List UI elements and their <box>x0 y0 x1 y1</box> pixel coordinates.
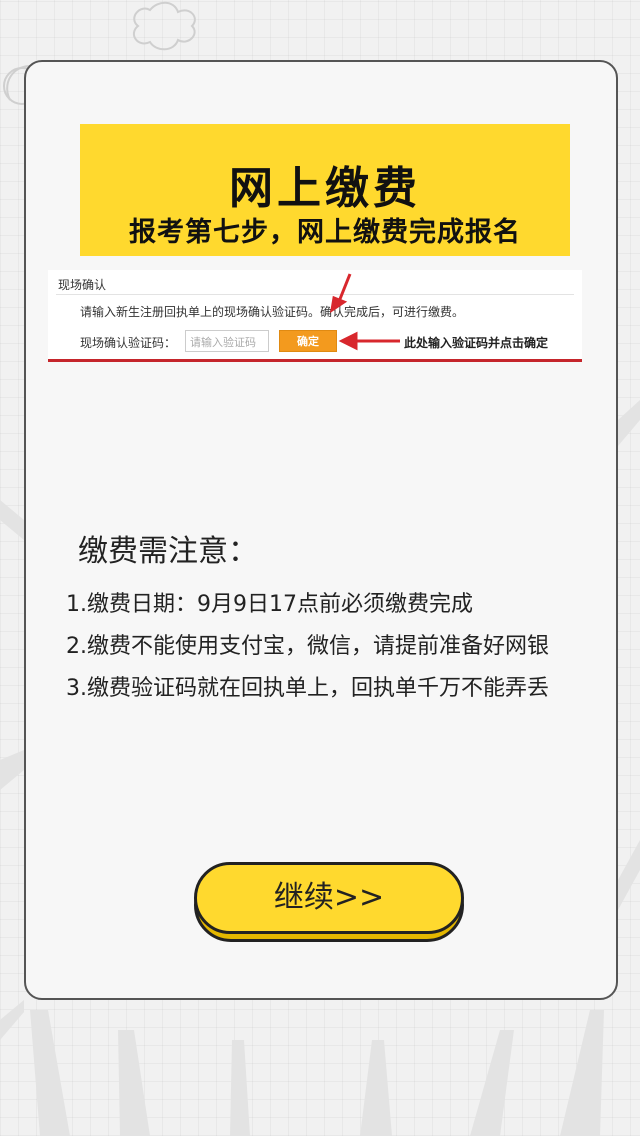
step-banner: 网上缴费 报考第七步，网上缴费完成报名 <box>80 124 570 256</box>
page-subtitle: 报考第七步，网上缴费完成报名 <box>129 217 521 248</box>
notice-item-1: 1.缴费日期：9月9日17点前必须缴费完成 <box>66 592 473 617</box>
notice-title: 缴费需注意： <box>78 534 258 569</box>
confirmation-screenshot: 现场确认 请输入新生注册回执单上的现场确认验证码。确认完成后，可进行缴费。 现场… <box>48 270 582 362</box>
continue-button-label[interactable]: 继续>> <box>194 862 464 934</box>
screenshot-annotation: 此处输入验证码并点击确定 <box>404 336 549 350</box>
notice-item-3: 3.缴费验证码就在回执单上，回执单千万不能弄丢 <box>66 676 549 701</box>
notice-item-2: 2.缴费不能使用支付宝，微信，请提前准备好网银 <box>66 634 549 659</box>
continue-button[interactable]: 继续>> <box>194 862 464 942</box>
page-title: 网上缴费 <box>229 163 421 214</box>
